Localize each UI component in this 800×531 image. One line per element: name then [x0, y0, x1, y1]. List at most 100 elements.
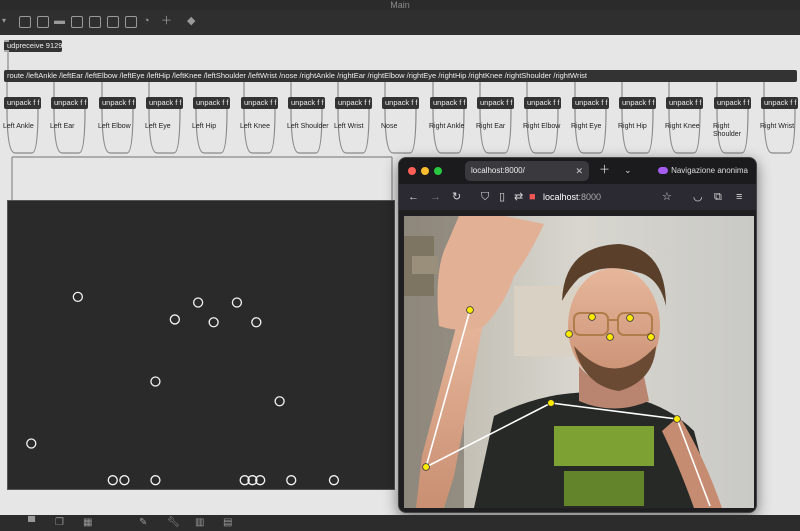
patch-cord	[621, 108, 654, 154]
unpack-object[interactable]: unpack f f	[4, 97, 41, 109]
unpack-object[interactable]: unpack f f	[666, 97, 703, 109]
minimize-window-button[interactable]	[421, 167, 429, 175]
reload-icon[interactable]: ↻	[452, 190, 461, 204]
unpack-object[interactable]: unpack f f	[241, 97, 278, 109]
comment-icon[interactable]: ▬	[54, 15, 65, 27]
browser-window[interactable]: localhost:8000/ ✕ ＋ ⌄ Navigazione anonim…	[398, 157, 757, 513]
tab-list-icon[interactable]: ⌄	[624, 163, 632, 177]
extensions-icon[interactable]: ⧉	[714, 190, 722, 204]
lcd-keypoint-circle	[72, 291, 83, 303]
unpack-object[interactable]: unpack f f	[288, 97, 325, 109]
inlet-icon[interactable]	[107, 16, 119, 28]
udpreceive-object[interactable]: udpreceive 9129	[4, 40, 62, 52]
menu-icon[interactable]: ≡	[736, 190, 742, 204]
keypoint-label: Left Ear	[50, 123, 75, 130]
new-tab-icon[interactable]: ＋	[599, 163, 610, 177]
maximize-window-button[interactable]	[434, 167, 442, 175]
unpack-object[interactable]: unpack f f	[382, 97, 419, 109]
shield-icon[interactable]: ⛉	[481, 190, 489, 204]
private-label: Navigazione anonima	[671, 166, 748, 175]
unpack-object[interactable]: unpack f f	[524, 97, 561, 109]
patch-cord	[668, 108, 701, 154]
timer-icon[interactable]: ◔	[143, 15, 150, 27]
route-object[interactable]: route /leftAnkle /leftEar /leftElbow /le…	[4, 70, 797, 82]
title-bar: Main	[0, 0, 800, 10]
presentation-icon[interactable]	[37, 16, 49, 28]
object-icon[interactable]	[89, 16, 101, 28]
lcd-keypoint-circle	[107, 475, 118, 486]
lcd-keypoint-circle	[150, 475, 161, 486]
url-bar[interactable]: localhost:8000	[543, 190, 601, 204]
keypoint-label: Nose	[381, 123, 398, 130]
keyboard-icon[interactable]: ▤	[223, 517, 232, 529]
unpack-text: unpack f f	[433, 98, 466, 107]
window-title: Main	[390, 0, 410, 10]
unpack-object[interactable]: unpack f f	[761, 97, 798, 109]
patch-cord	[243, 108, 276, 154]
unpack-object[interactable]: unpack f f	[99, 97, 136, 109]
new-window-icon[interactable]	[19, 16, 31, 28]
unpack-object[interactable]: unpack f f	[619, 97, 656, 109]
keypoint-left-elbow	[422, 463, 430, 471]
unpack-object[interactable]: unpack f f	[430, 97, 467, 109]
lcd-display[interactable]	[7, 200, 395, 490]
forward-icon[interactable]: →	[430, 190, 441, 204]
keypoint-label: Left Wrist	[334, 123, 364, 130]
lcd-keypoint-circle	[328, 475, 340, 486]
paint-icon[interactable]: ◆	[187, 15, 195, 27]
unpack-text: unpack f f	[7, 98, 40, 107]
keypoint-right-ear	[647, 333, 655, 341]
keypoint-label: Left Knee	[240, 123, 270, 130]
patch-cord	[479, 108, 512, 154]
private-browsing-indicator: Navigazione anonima	[658, 164, 748, 178]
wrench-icon[interactable]: 🔧︎	[167, 517, 180, 529]
unpack-object[interactable]: unpack f f	[335, 97, 372, 109]
keypoint-left-eye	[588, 313, 596, 321]
keypoint-label: Right Knee	[665, 123, 700, 130]
patch-cord	[290, 108, 323, 154]
unpack-object[interactable]: unpack f f	[193, 97, 230, 109]
private-mask-icon	[658, 167, 669, 175]
unpack-text: unpack f f	[385, 98, 418, 107]
status-bar: ▀ ❐ ▦ ✎ 🔧︎ ▥ ▤	[0, 515, 800, 531]
lcd-keypoint-circle	[251, 317, 262, 328]
add-icon[interactable]: ＋	[161, 15, 172, 27]
pocket-icon[interactable]: ◡	[693, 190, 703, 204]
page-icon[interactable]: ▯	[499, 190, 505, 204]
outlet-icon[interactable]	[125, 16, 137, 28]
unpack-object[interactable]: unpack f f	[714, 97, 751, 109]
toolbar: ▾ ▬ ◔ ＋ ◆	[0, 10, 800, 35]
tab-close-icon[interactable]: ✕	[575, 161, 583, 181]
unpack-object[interactable]: unpack f f	[572, 97, 609, 109]
piano-icon[interactable]: ▥	[195, 517, 204, 529]
menu-dropdown-icon[interactable]: ▾	[2, 15, 6, 27]
camera-icon[interactable]: ■	[529, 190, 536, 204]
bookmark-star-icon[interactable]: ☆	[662, 190, 672, 204]
unpack-object[interactable]: unpack f f	[146, 97, 183, 109]
webcam-video	[404, 216, 754, 508]
patch-cord	[763, 108, 796, 154]
keypoint-label: Right Eye	[571, 123, 602, 130]
back-icon[interactable]: ←	[408, 190, 419, 204]
grid-icon[interactable]: ▦	[83, 517, 92, 529]
connection-icon[interactable]: ⇄	[514, 190, 523, 204]
unpack-object[interactable]: unpack f f	[51, 97, 88, 109]
unpack-text: unpack f f	[291, 98, 324, 107]
close-window-button[interactable]	[408, 167, 416, 175]
layers-icon[interactable]: ❐	[55, 517, 64, 529]
keypoint-left-wrist	[466, 306, 474, 314]
url-port: :8000	[578, 192, 602, 202]
keypoint-label: Right Ankle	[429, 123, 465, 130]
patch-cord	[574, 108, 607, 154]
chat-icon[interactable]: ▀	[28, 517, 35, 529]
tab-localhost[interactable]: localhost:8000/ ✕	[465, 161, 589, 181]
patch-cord	[11, 156, 393, 200]
close-icon[interactable]	[71, 16, 83, 28]
debug-icon[interactable]: ✎	[139, 517, 147, 529]
unpack-object[interactable]: unpack f f	[477, 97, 514, 109]
unpack-text: unpack f f	[244, 98, 277, 107]
keypoint-label: Right Ear	[476, 123, 506, 130]
keypoint-label: Left Ankle	[3, 123, 34, 130]
keypoint-label: Right Elbow	[523, 123, 561, 130]
patch-cord	[53, 108, 86, 154]
